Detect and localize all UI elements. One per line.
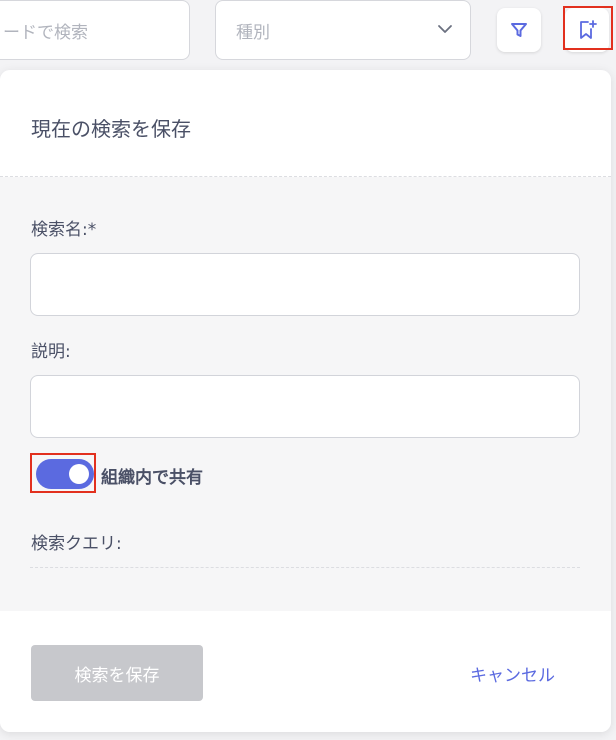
save-search-submit-button[interactable]: 検索を保存 [31, 645, 203, 701]
keyword-search-input[interactable]: ードで検索 [0, 0, 190, 60]
search-name-input[interactable] [30, 253, 580, 316]
panel-title: 現在の検索を保存 [31, 117, 191, 141]
type-select-value: 種別 [236, 23, 270, 43]
query-divider [30, 567, 580, 568]
highlight-box-save-search [563, 6, 613, 50]
filter-icon [511, 23, 527, 37]
search-toolbar: ードで検索 種別 [0, 0, 616, 70]
share-in-org-label: 組織内で共有 [101, 468, 203, 488]
panel-header: 現在の検索を保存 [0, 70, 611, 177]
chevron-down-icon [438, 25, 452, 33]
cancel-button[interactable]: キャンセル [470, 661, 555, 686]
background-content-fragment [611, 476, 616, 498]
type-select[interactable]: 種別 [215, 0, 471, 60]
highlight-box-share-toggle [30, 453, 96, 493]
save-search-panel: 現在の検索を保存 検索名:* 説明: 組織内で共有 検索クエリ: 検索を保存 キ… [0, 70, 611, 732]
search-name-label: 検索名:* [31, 220, 97, 240]
description-label: 説明: [31, 342, 71, 362]
panel-footer: 検索を保存 キャンセル [0, 611, 611, 732]
save-button-label: 検索を保存 [74, 665, 160, 686]
background-content-fragment [611, 190, 616, 212]
filter-button[interactable] [497, 8, 541, 52]
search-query-label: 検索クエリ: [31, 534, 122, 554]
description-input[interactable] [30, 375, 580, 438]
